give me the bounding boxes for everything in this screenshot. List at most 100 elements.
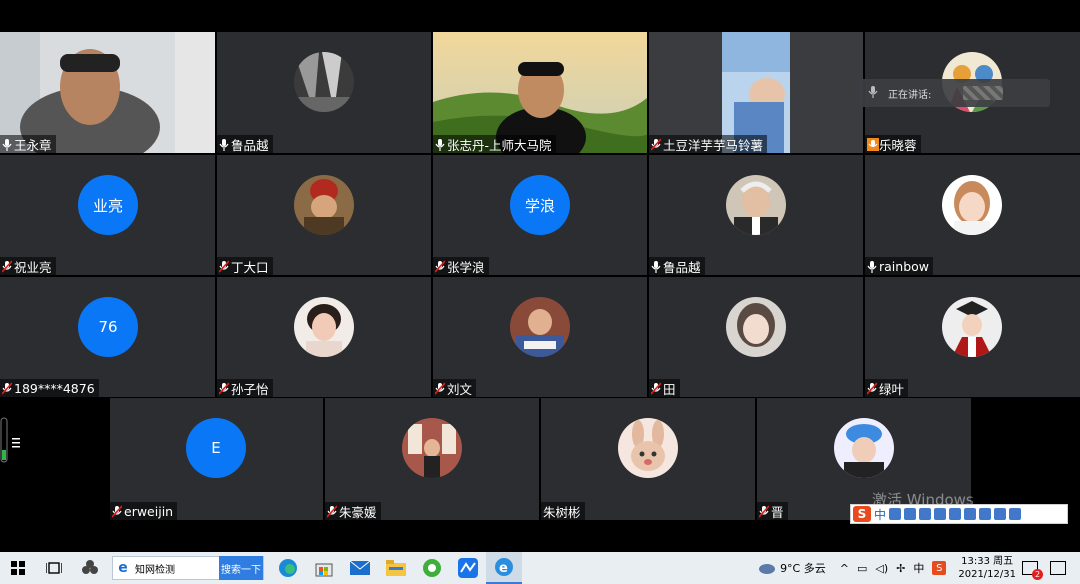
tray-network-icon[interactable]: ▭	[857, 562, 867, 575]
participant-tile[interactable]: 刘文	[433, 277, 647, 397]
taskbar-clock[interactable]: 13:33 周五 2021/12/31	[958, 555, 1016, 581]
browser-active-button[interactable]: e	[486, 552, 522, 584]
participant-name: 张志丹-上师大马院	[447, 137, 552, 153]
store-button[interactable]	[306, 552, 342, 584]
ime-keyboard-icon[interactable]	[949, 508, 962, 520]
participant-name: 鲁品越	[231, 137, 269, 153]
participant-name: 张学浪	[447, 259, 485, 275]
participant-name-tag: 孙子怡	[217, 379, 273, 397]
windows-logo-icon	[11, 561, 25, 575]
participant-name: 祝业亮	[14, 259, 52, 275]
ime-punctuation-icon[interactable]	[889, 508, 902, 520]
participant-name-tag: 土豆洋芋芋马铃薯	[649, 135, 768, 153]
speaking-indicator-popup: 正在讲话:	[858, 79, 1050, 107]
task-view-button[interactable]	[36, 552, 72, 584]
ime-search-icon[interactable]	[994, 508, 1007, 520]
ime-emoji-icon[interactable]	[904, 508, 917, 520]
tray-volume-icon[interactable]: ◁)	[875, 562, 888, 575]
participant-tile[interactable]: 学浪 张学浪	[433, 155, 647, 275]
participant-name-tag: 朱树彬	[541, 502, 585, 520]
participant-name: 刘文	[447, 381, 473, 397]
participant-tile[interactable]: 土豆洋芋芋马铃薯	[649, 32, 863, 153]
participant-tile[interactable]: 朱豪媛	[325, 398, 539, 520]
ime-toolbox-icon[interactable]	[979, 508, 992, 520]
file-explorer-button[interactable]	[378, 552, 414, 584]
participant-name-tag: 田	[649, 379, 680, 397]
participant-avatar	[618, 418, 678, 478]
edge-icon	[279, 559, 297, 577]
participant-name-tag: erweijin	[110, 502, 178, 520]
participant-name: 孙子怡	[231, 381, 269, 397]
tray-sogou-icon[interactable]: S	[932, 561, 947, 575]
mail-button[interactable]	[342, 552, 378, 584]
mic-muted-icon	[435, 259, 445, 273]
start-button[interactable]	[0, 552, 36, 584]
tray-chevron-up-icon[interactable]: ^	[840, 562, 849, 575]
participant-tile[interactable]: 业亮 祝业亮	[0, 155, 215, 275]
ime-toolbar[interactable]: S 中	[850, 504, 1068, 524]
participant-name-tag: 祝业亮	[0, 257, 56, 275]
participant-tile[interactable]: 田	[649, 277, 863, 397]
participant-initials-avatar: 业亮	[78, 175, 138, 235]
participant-name: 鲁品越	[663, 259, 701, 275]
mic-muted-icon	[2, 381, 12, 395]
participant-name: 朱豪媛	[339, 504, 377, 520]
meeting-app-button[interactable]	[450, 552, 486, 584]
participant-name-tag: 晋	[757, 502, 788, 520]
participant-tile[interactable]: 鲁品越	[649, 155, 863, 275]
participant-name-tag: 189****4876	[0, 379, 99, 397]
avatar-initials: 76	[98, 318, 118, 336]
participant-avatar	[510, 297, 570, 357]
participant-tile[interactable]: rainbow	[865, 155, 1080, 275]
flower-app-icon	[82, 560, 98, 574]
weather-text[interactable]: 9°C 多云	[780, 560, 826, 576]
windows-taskbar: e 知网检测 搜索一下 e 9°C 多云 ^ ▭ ◁) ✢ 中 S 13:33 …	[0, 552, 1080, 584]
tray-ime-indicator[interactable]: 中	[913, 560, 924, 576]
participant-tile[interactable]: 朱树彬	[541, 398, 755, 520]
mic-muted-icon	[327, 504, 337, 518]
sogou-ime-logo[interactable]: S	[853, 506, 871, 522]
participant-tile[interactable]: 王永章	[0, 32, 215, 153]
speaking-indicator-icon	[867, 137, 879, 151]
participant-tile[interactable]: 绿叶	[865, 277, 1080, 397]
green-app-button[interactable]	[414, 552, 450, 584]
cloud-weather-icon	[759, 564, 776, 574]
mic-muted-icon	[651, 381, 661, 395]
ime-voice-icon[interactable]	[919, 508, 932, 520]
action-center-icon[interactable]	[1050, 561, 1066, 575]
participant-name: 田	[663, 381, 676, 397]
mic-muted-icon	[219, 259, 229, 273]
taskbar-search-box[interactable]: e 知网检测 搜索一下	[112, 556, 264, 580]
tray-misc-icon[interactable]: ✢	[896, 562, 905, 575]
avatar-initials: 业亮	[92, 196, 123, 215]
participant-tile[interactable]: 76 189****4876	[0, 277, 215, 397]
notification-icon[interactable]: 2	[1022, 561, 1043, 580]
store-icon	[315, 563, 333, 577]
participant-tile[interactable]: 孙子怡	[217, 277, 431, 397]
participant-tile[interactable]: 张志丹-上师大马院	[433, 32, 647, 153]
app-pinned-button[interactable]	[72, 552, 108, 584]
participant-name: 晋	[771, 504, 784, 520]
participant-name: erweijin	[124, 503, 174, 519]
participant-name-tag: 刘文	[433, 379, 477, 397]
ime-skin-icon[interactable]	[964, 508, 977, 520]
ime-grid-icon[interactable]	[1009, 508, 1022, 520]
speaking-label: 正在讲话:	[888, 89, 932, 101]
participant-tile[interactable]: 鲁品越	[217, 32, 431, 153]
mic-muted-icon	[867, 381, 877, 395]
left-side-strip	[0, 398, 108, 520]
ime-mode-toggle[interactable]: 中	[874, 506, 886, 523]
taskbar-search-input[interactable]: 知网检测	[135, 561, 219, 576]
participant-tile[interactable]: 丁大口	[217, 155, 431, 275]
mic-on-icon	[651, 260, 661, 273]
participant-tile[interactable]: E erweijin	[110, 398, 323, 520]
participant-initials-avatar: 学浪	[510, 175, 570, 235]
participant-name-tag: 张志丹-上师大马院	[433, 135, 556, 153]
participant-name-tag: 绿叶	[865, 379, 909, 397]
edge-button[interactable]	[270, 552, 306, 584]
ime-handwrite-icon[interactable]	[934, 508, 947, 520]
audio-level-icon	[0, 417, 20, 463]
participant-name: 乐晓蓉	[879, 137, 917, 153]
taskbar-search-button[interactable]: 搜索一下	[219, 556, 263, 580]
svg-text:e: e	[499, 561, 508, 576]
